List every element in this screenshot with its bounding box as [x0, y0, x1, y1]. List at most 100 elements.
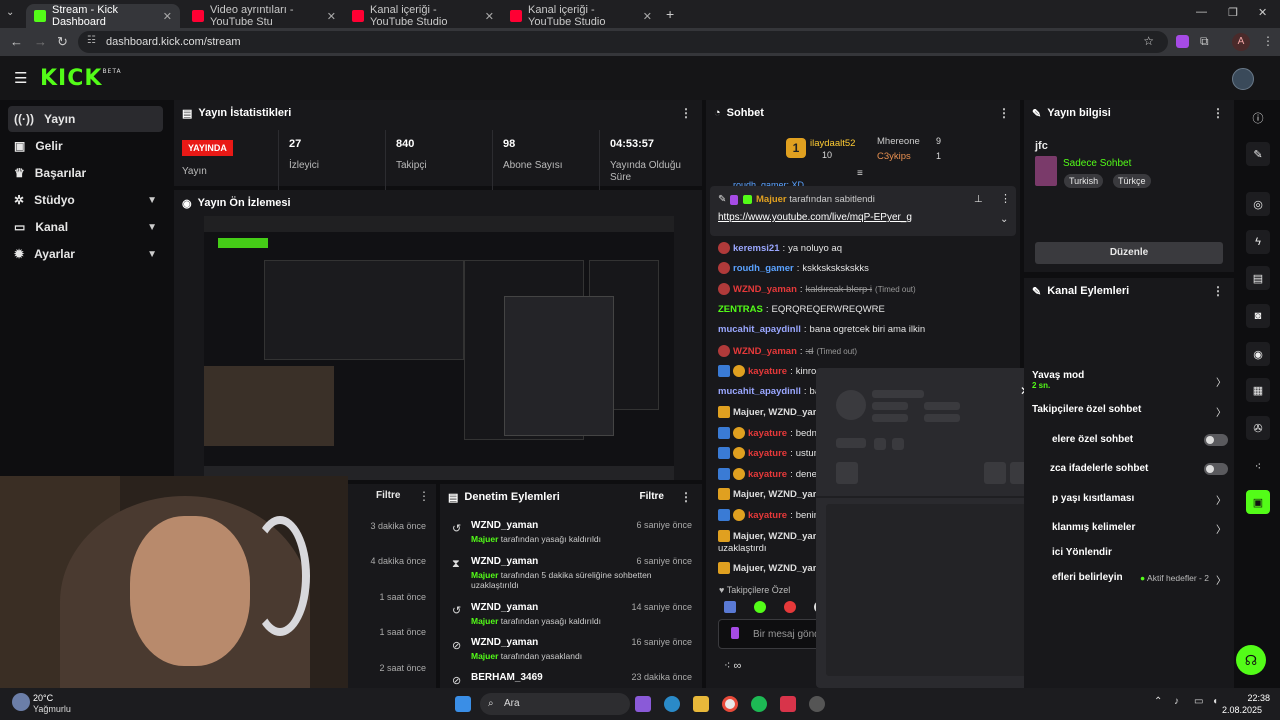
- browser-menu-icon[interactable]: ⋮: [1262, 34, 1274, 48]
- maximize-button[interactable]: ❐: [1228, 6, 1238, 19]
- followers-chat-row[interactable]: Takipçilere özel sohbet: [1032, 404, 1141, 415]
- sidebar-item-channel[interactable]: ▭ Kanal ▼: [8, 214, 163, 240]
- stream-preview-header: ◉ Yayın Ön İzlemesi: [182, 197, 291, 210]
- explorer-icon[interactable]: [693, 696, 709, 712]
- reload-button[interactable]: ↻: [57, 34, 68, 50]
- chat-message: WZND_yaman: :d (Timed out): [718, 345, 857, 357]
- tab-youtube-channel-2[interactable]: Kanal içeriği - YouTube Studio ✕: [502, 4, 660, 28]
- kick-logo[interactable]: KICKBETA: [40, 66, 122, 91]
- sidebar-item-studio[interactable]: ✲ Stüdyo ▼: [8, 187, 163, 213]
- chevron-right-icon[interactable]: 〉: [1216, 521, 1226, 536]
- close-tab-icon[interactable]: ✕: [643, 10, 652, 23]
- help-headset-button[interactable]: ☊: [1236, 645, 1266, 675]
- sidebar-item-achievements[interactable]: ♛ Başarılar: [8, 160, 163, 186]
- chrome-icon[interactable]: [722, 696, 738, 712]
- top-gifter-2[interactable]: Mhereone: [877, 136, 920, 147]
- kebab-menu-icon[interactable]: ⋮: [418, 489, 430, 503]
- edit-stream-button[interactable]: Düzenle: [1035, 242, 1223, 264]
- ban-icon: ⊘: [452, 640, 462, 652]
- kebab-menu-icon[interactable]: ⋮: [680, 490, 692, 504]
- spotify-icon[interactable]: [751, 696, 767, 712]
- close-window-button[interactable]: ✕: [1258, 6, 1267, 19]
- chevron-right-icon[interactable]: 〉: [1216, 404, 1226, 419]
- subscribers-chat-toggle[interactable]: [1204, 434, 1228, 446]
- slow-mode-row[interactable]: Yavaş mod 2 sn.: [1032, 370, 1084, 390]
- kebab-menu-icon[interactable]: ⋮: [1212, 284, 1224, 298]
- tag-chip: Turkish: [1064, 174, 1104, 188]
- pinned-link[interactable]: https://www.youtube.com/live/mqP-EPyer_g: [718, 212, 912, 223]
- notes-icon[interactable]: ▤: [1246, 266, 1270, 290]
- kebab-menu-icon[interactable]: ⋮: [1212, 106, 1224, 120]
- extensions-puzzle-icon[interactable]: ⧉: [1200, 34, 1209, 49]
- new-tab-button[interactable]: +: [666, 6, 674, 22]
- emote-icon[interactable]: [754, 601, 766, 613]
- kebab-menu-icon[interactable]: ⋮: [680, 106, 692, 120]
- chevron-right-icon[interactable]: 〉: [1216, 492, 1226, 507]
- close-tab-icon[interactable]: ✕: [327, 10, 336, 23]
- sidebar-item-settings[interactable]: ✹ Ayarlar ▼: [8, 241, 163, 267]
- moderation-filter-button[interactable]: Filtre: [640, 491, 664, 502]
- lightning-icon[interactable]: ϟ: [1246, 230, 1270, 254]
- sidebar-item-stream[interactable]: ((·)) Yayın: [8, 106, 163, 132]
- top-gifter-3[interactable]: C3ykips: [877, 151, 911, 162]
- chevron-right-icon[interactable]: 〉: [1216, 374, 1226, 389]
- tab-youtube-video[interactable]: Video ayrıntıları - YouTube Stu ✕: [184, 4, 344, 28]
- tray-chevron-icon[interactable]: ⌃: [1154, 696, 1162, 707]
- tab-youtube-channel-1[interactable]: Kanal içeriği - YouTube Studio ✕: [344, 4, 502, 28]
- tools-icon[interactable]: ✇: [1246, 416, 1270, 440]
- tab-kick-dashboard[interactable]: Stream - Kick Dashboard ✕: [26, 4, 180, 28]
- extension-icon[interactable]: [1176, 35, 1189, 48]
- back-button[interactable]: ←: [10, 34, 23, 49]
- taskbar-search[interactable]: ⌕ Ara: [480, 693, 630, 715]
- emote-icon[interactable]: [724, 601, 736, 613]
- unpin-icon[interactable]: ⊥: [974, 194, 983, 205]
- settings-dots-icon[interactable]: ⁖ ∞: [724, 659, 741, 672]
- top-gifter-1[interactable]: ilaydaalt52: [810, 138, 855, 149]
- site-info-icon[interactable]: ☷: [87, 35, 96, 46]
- obs-icon[interactable]: [809, 696, 825, 712]
- network-icon[interactable]: ▭: [1194, 696, 1203, 707]
- stream-info-panel: ✎ Yayın bilgisi ⋮ jfc Sadece Sohbet Turk…: [1024, 100, 1234, 272]
- category-link[interactable]: Sadece Sohbet: [1063, 158, 1131, 169]
- windows-start-icon[interactable]: [455, 696, 471, 712]
- chat-message: ZENTRAS: EQRQREQERWREQWRE: [718, 304, 885, 315]
- kick-app-icon[interactable]: ▣: [1246, 490, 1270, 514]
- close-tab-icon[interactable]: ✕: [163, 10, 172, 23]
- sidebar-item-revenue[interactable]: ▣ Gelir: [8, 133, 163, 159]
- clip-icon[interactable]: ◎: [1246, 192, 1270, 216]
- edit-icon[interactable]: ✎: [1246, 142, 1270, 166]
- broadcast-rail-icon[interactable]: ◉: [1246, 342, 1270, 366]
- stream-preview-video[interactable]: [204, 216, 674, 480]
- chevron-right-icon[interactable]: 〉: [1216, 572, 1226, 587]
- address-bar[interactable]: ☷ dashboard.kick.com/stream ☆: [78, 31, 1168, 53]
- banned-words-row[interactable]: klanmış kelimeler: [1052, 522, 1135, 533]
- minimize-button[interactable]: —: [1196, 6, 1207, 18]
- apps-icon[interactable]: ⁖: [1246, 454, 1270, 478]
- kebab-menu-icon[interactable]: ⋮: [1000, 192, 1011, 205]
- profile-avatar[interactable]: A: [1232, 33, 1250, 51]
- volume-icon[interactable]: ◖: [1212, 696, 1218, 707]
- kebab-menu-icon[interactable]: ⋮: [998, 106, 1010, 120]
- edge-icon[interactable]: [664, 696, 680, 712]
- activity-filter-button[interactable]: Filtre: [376, 490, 400, 501]
- forward-button[interactable]: →: [34, 34, 47, 49]
- copilot-icon[interactable]: [635, 696, 651, 712]
- emote-chat-toggle[interactable]: [1204, 463, 1228, 475]
- redirect-row[interactable]: ici Yönlendir: [1052, 547, 1112, 558]
- hamburger-menu-icon[interactable]: ☰: [14, 69, 27, 87]
- user-avatar[interactable]: [1232, 68, 1254, 90]
- layout-icon[interactable]: ▦: [1246, 378, 1270, 402]
- bookmark-star-icon[interactable]: ☆: [1143, 34, 1154, 48]
- chat-icon[interactable]: ◙: [1246, 304, 1270, 328]
- info-icon[interactable]: ⓘ: [1246, 106, 1270, 130]
- mic-tray-icon[interactable]: ♪: [1174, 696, 1179, 707]
- tab-search-icon[interactable]: ⌄: [6, 7, 14, 18]
- emote-icon[interactable]: [784, 601, 796, 613]
- app-icon[interactable]: [780, 696, 796, 712]
- age-restriction-row[interactable]: p yaşı kısıtlaması: [1052, 493, 1134, 504]
- close-tab-icon[interactable]: ✕: [485, 10, 494, 23]
- expand-leaderboard-icon[interactable]: ≡: [857, 168, 863, 179]
- chevron-down-icon[interactable]: ⌄: [1000, 214, 1008, 225]
- broadcast-icon: ((·)): [14, 112, 34, 126]
- goals-row[interactable]: efleri belirleyin: [1052, 572, 1123, 583]
